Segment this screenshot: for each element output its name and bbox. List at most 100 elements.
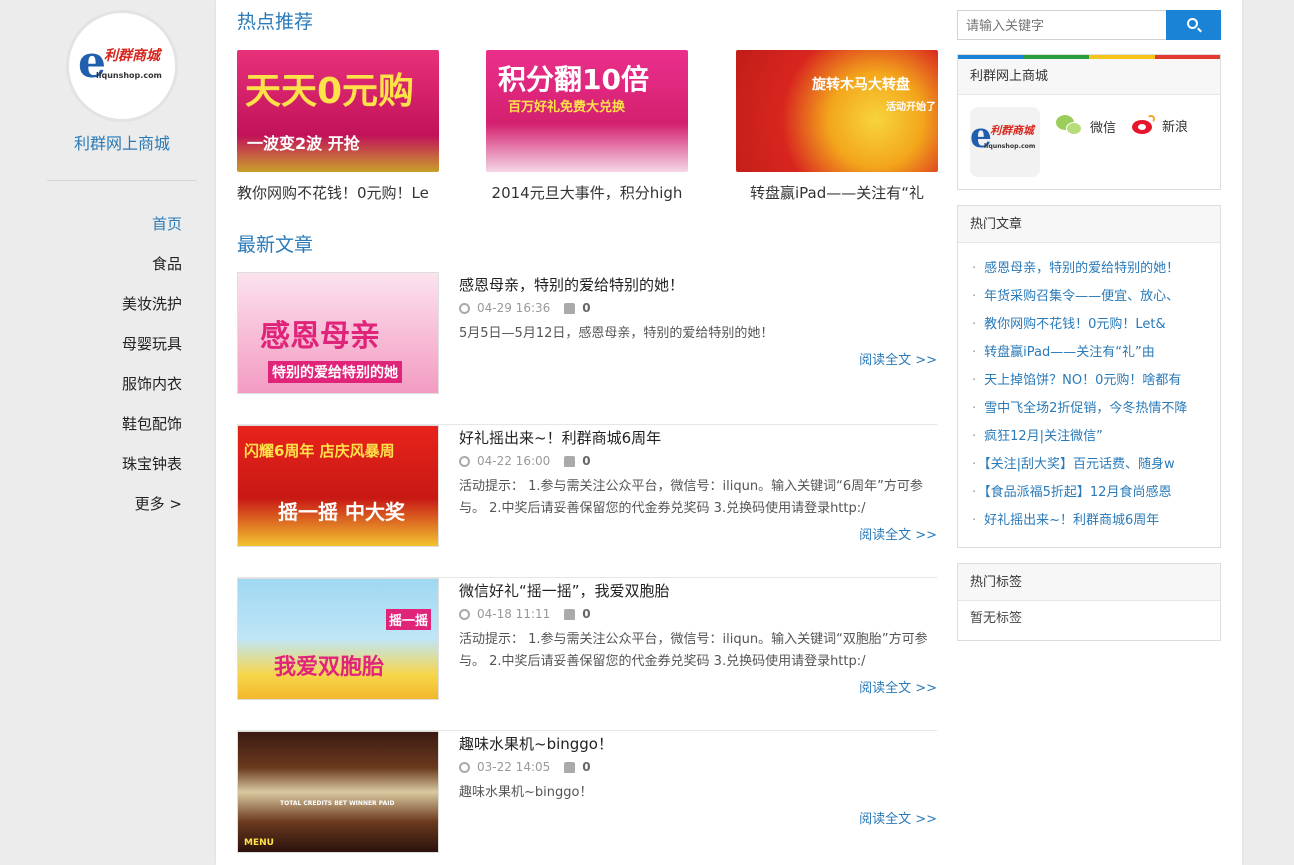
wechat-icon bbox=[1056, 115, 1084, 137]
weibo-label: 新浪 bbox=[1162, 119, 1189, 135]
hot-article-text: 【食品派福5折起】12月食尚感恩 bbox=[984, 485, 1172, 500]
clock-icon bbox=[459, 455, 470, 467]
nav-item-home[interactable]: 首页 bbox=[122, 204, 182, 244]
article-item: 感恩母亲 特别的爱给特别的她 感恩母亲，特别的爱给特别的她！ 04-29 16:… bbox=[237, 272, 937, 425]
article-excerpt: 活动提示： 1.参与需关注公众平台，微信号：iliqun。输入关键词“6周年”方… bbox=[459, 479, 923, 516]
hot-tags-empty: 暂无标签 bbox=[970, 611, 1023, 626]
article-meta: 04-29 16:36 0 bbox=[459, 301, 591, 315]
like-count: 0 bbox=[582, 607, 591, 621]
hot-image[interactable]: 天天0元购 一波变2波 开抢 bbox=[237, 50, 439, 172]
main-content: 热点推荐 天天0元购 一波变2波 开抢 教你网购不花钱！0元购！Le 积分翻10… bbox=[216, 0, 1242, 865]
article-meta: 04-22 16:00 0 bbox=[459, 454, 591, 468]
article-thumbnail[interactable]: TOTAL CREDITS BET WINNER PAID MENU bbox=[237, 731, 439, 853]
search-button[interactable] bbox=[1166, 10, 1221, 40]
nav-item-bags[interactable]: 鞋包配饰 bbox=[122, 404, 182, 444]
hot-articles-box: 热门文章 · 感恩母亲，特别的爱给特别的她！ · 年货采购召集令——便宜、放心、 ·… bbox=[957, 205, 1221, 548]
thumbs-up-icon[interactable] bbox=[564, 455, 576, 467]
hot-card[interactable]: 积分翻10倍 百万好礼免费大兑换 2014元旦大事件，积分high bbox=[486, 50, 688, 203]
site-logo[interactable]: e 利群商城 liqunshop.com bbox=[66, 10, 178, 122]
hot-article-text: 疯狂12月|关注微信” bbox=[984, 429, 1103, 444]
latest-section-title: 最新文章 bbox=[237, 234, 314, 256]
hot-article-text: 感恩母亲，特别的爱给特别的她！ bbox=[984, 261, 1180, 276]
thumbs-up-icon[interactable] bbox=[564, 302, 576, 314]
hot-article-link[interactable]: · 感恩母亲，特别的爱给特别的她！ bbox=[972, 255, 1208, 283]
read-more-link[interactable]: 阅读全文 >> bbox=[859, 524, 937, 543]
search-input[interactable] bbox=[957, 10, 1167, 40]
article-thumbnail[interactable]: 感恩母亲 特别的爱给特别的她 bbox=[237, 272, 439, 394]
hot-caption[interactable]: 教你网购不花钱！0元购！Le bbox=[237, 182, 439, 203]
read-more-link[interactable]: 阅读全文 >> bbox=[859, 808, 937, 827]
search-icon bbox=[1187, 18, 1198, 29]
nav-item-baby[interactable]: 母婴玩具 bbox=[122, 324, 182, 364]
hot-image-text: 天天0元购 bbox=[245, 71, 415, 112]
hot-article-link[interactable]: · 天上掉馅饼？NO！0元购！啥都有 bbox=[972, 367, 1208, 395]
hot-card[interactable]: 天天0元购 一波变2波 开抢 教你网购不花钱！0元购！Le bbox=[237, 50, 439, 203]
hot-article-link[interactable]: · 教你网购不花钱！0元购！Let& bbox=[972, 311, 1208, 339]
read-more-link[interactable]: 阅读全文 >> bbox=[859, 677, 937, 696]
article-date: 03-22 14:05 bbox=[477, 760, 551, 774]
article-thumbnail[interactable]: 闪耀6周年 店庆风暴周 摇一摇 中大奖 bbox=[237, 425, 439, 547]
hot-article-text: 转盘赢iPad——关注有“礼”由 bbox=[984, 345, 1155, 360]
article-date: 04-29 16:36 bbox=[477, 301, 551, 315]
hot-article-text: 天上掉馅饼？NO！0元购！啥都有 bbox=[984, 373, 1182, 388]
thumbnail-text: 我爱双胞胎 bbox=[274, 655, 385, 680]
thumbnail-text: TOTAL CREDITS BET WINNER PAID bbox=[280, 800, 395, 807]
thumbs-up-icon[interactable] bbox=[564, 608, 576, 620]
article-title[interactable]: 微信好礼“摇一摇”，我爱双胞胎 bbox=[459, 580, 670, 601]
thumbnail-text: 感恩母亲 bbox=[260, 319, 380, 354]
wechat-label: 微信 bbox=[1090, 120, 1117, 136]
avatar-logo-text: 利群商城 bbox=[990, 124, 1034, 137]
hot-caption[interactable]: 2014元旦大事件，积分high bbox=[486, 182, 688, 203]
avatar[interactable]: e 利群商城 liqunshop.com bbox=[970, 107, 1040, 177]
article-excerpt: 5月5日—5月12日，感恩母亲，特别的爱给特别的她！ bbox=[459, 326, 774, 341]
article-thumbnail[interactable]: 我爱双胞胎 摇一摇 bbox=[237, 578, 439, 700]
nav-item-jewelry[interactable]: 珠宝钟表 bbox=[122, 444, 182, 484]
hot-image-text: 积分翻10倍 bbox=[498, 63, 649, 96]
avatar-logo: e 利群商城 liqunshop.com bbox=[970, 115, 1036, 156]
nav-item-more[interactable]: 更多 > bbox=[122, 484, 182, 524]
wechat-link[interactable]: 微信 bbox=[1056, 115, 1116, 137]
article-title[interactable]: 好礼摇出来~！利群商城6周年 bbox=[459, 427, 661, 448]
hot-article-link[interactable]: · 年货采购召集令——便宜、放心、 bbox=[972, 283, 1208, 311]
hot-tags-box: 热门标签 暂无标签 bbox=[957, 563, 1221, 641]
hot-section-title: 热点推荐 bbox=[237, 11, 314, 33]
hot-article-link[interactable]: · 【食品派福5折起】12月食尚感恩 bbox=[972, 479, 1208, 507]
hot-article-link[interactable]: · 雪中飞全场2折促销，今冬热情不降 bbox=[972, 395, 1208, 423]
nav-item-food[interactable]: 食品 bbox=[122, 244, 182, 284]
read-more-link[interactable]: 阅读全文 >> bbox=[859, 349, 937, 368]
thumbs-up-icon[interactable] bbox=[564, 761, 576, 773]
hot-caption[interactable]: 转盘赢iPad——关注有“礼 bbox=[736, 182, 938, 203]
thumbnail-text: 闪耀6周年 店庆风暴周 bbox=[244, 442, 395, 460]
left-sidebar: e 利群商城 liqunshop.com 利群网上商城 首页 食品 美妆洗护 母… bbox=[0, 0, 216, 865]
article-title[interactable]: 趣味水果机~binggo！ bbox=[459, 733, 613, 754]
hot-article-link[interactable]: · 疯狂12月|关注微信” bbox=[972, 423, 1208, 451]
hot-article-text: 雪中飞全场2折促销，今冬热情不降 bbox=[984, 401, 1188, 416]
hot-article-link[interactable]: · 【关注|刮大奖】百元话费、随身w bbox=[972, 451, 1208, 479]
article-title[interactable]: 感恩母亲，特别的爱给特别的她！ bbox=[459, 274, 684, 295]
article-meta: 04-18 11:11 0 bbox=[459, 607, 591, 621]
article-date: 04-18 11:11 bbox=[477, 607, 551, 621]
hot-article-link[interactable]: · 好礼摇出来~！利群商城6周年 bbox=[972, 507, 1208, 535]
site-name[interactable]: 利群网上商城 bbox=[0, 130, 244, 154]
hot-article-link[interactable]: · 转盘赢iPad——关注有“礼”由 bbox=[972, 339, 1208, 367]
like-count: 0 bbox=[582, 454, 591, 468]
clock-icon bbox=[459, 608, 470, 620]
hot-card[interactable]: 旋转木马大转盘 活动开始了 转盘赢iPad——关注有“礼 bbox=[736, 50, 938, 203]
main-nav: 首页 食品 美妆洗护 母婴玩具 服饰内衣 鞋包配饰 珠宝钟表 更多 > bbox=[122, 204, 182, 524]
article-excerpt: 趣味水果机~binggo！ bbox=[459, 785, 593, 800]
clock-icon bbox=[459, 302, 470, 314]
hot-article-text: 教你网购不花钱！0元购！Let& bbox=[984, 317, 1166, 332]
article-excerpt: 活动提示： 1.参与需关注公众平台，微信号：iliqun。输入关键词“双胞胎”方… bbox=[459, 632, 928, 669]
thumbnail-subtext: MENU bbox=[244, 838, 274, 848]
article-item: TOTAL CREDITS BET WINNER PAID MENU 趣味水果机… bbox=[237, 731, 937, 865]
weibo-link[interactable]: 新浪 bbox=[1132, 115, 1188, 135]
hot-image[interactable]: 旋转木马大转盘 活动开始了 bbox=[736, 50, 938, 172]
thumbnail-subtext: 摇一摇 bbox=[386, 609, 432, 630]
hot-image[interactable]: 积分翻10倍 百万好礼免费大兑换 bbox=[486, 50, 688, 172]
logo-mark: e 利群商城 liqunshop.com bbox=[78, 37, 162, 88]
article-item: 我爱双胞胎 摇一摇 微信好礼“摇一摇”，我爱双胞胎 04-18 11:11 0 … bbox=[237, 578, 937, 731]
hot-article-text: 好礼摇出来~！利群商城6周年 bbox=[984, 513, 1160, 528]
nav-item-beauty[interactable]: 美妆洗护 bbox=[122, 284, 182, 324]
hot-articles-list: · 感恩母亲，特别的爱给特别的她！ · 年货采购召集令——便宜、放心、 · 教你网购不… bbox=[958, 243, 1220, 541]
nav-item-apparel[interactable]: 服饰内衣 bbox=[122, 364, 182, 404]
